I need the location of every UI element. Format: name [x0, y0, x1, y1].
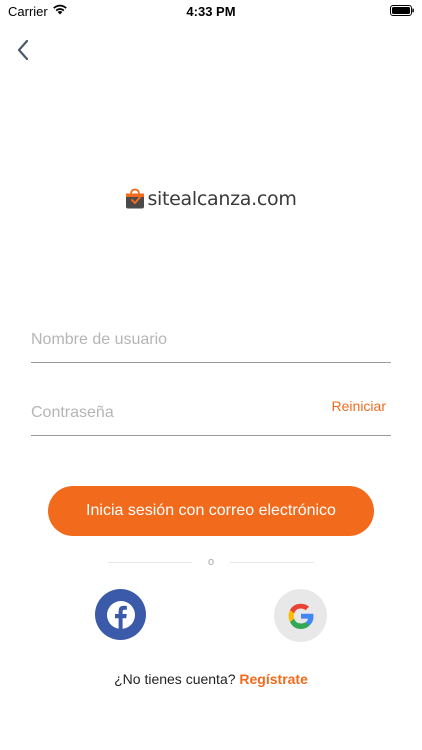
battery-icon — [390, 5, 414, 16]
status-bar: Carrier 4:33 PM — [0, 0, 422, 24]
back-button[interactable] — [10, 36, 36, 64]
facebook-login-button[interactable] — [95, 589, 146, 640]
signup-prompt: ¿No tienes cuenta? Regístrate — [0, 671, 422, 687]
divider-line — [230, 562, 314, 563]
username-input[interactable] — [31, 322, 321, 358]
brand-logo: sitealcanza.com — [0, 188, 422, 210]
shopping-bag-icon — [126, 188, 145, 209]
email-login-button[interactable]: Inicia sesión con correo electrónico — [48, 486, 374, 536]
logo-text: sitealcanza.com — [147, 188, 297, 210]
or-divider: o — [108, 556, 314, 570]
signup-link[interactable]: Regístrate — [239, 671, 307, 687]
login-screen: Carrier 4:33 PM sitealcanza.com Nombre d… — [0, 0, 422, 750]
status-time: 4:33 PM — [186, 4, 236, 19]
facebook-icon — [106, 600, 135, 629]
google-login-button[interactable] — [274, 589, 327, 642]
username-field — [31, 322, 391, 363]
chevron-left-icon — [17, 39, 29, 61]
signup-text: ¿No tienes cuenta? — [114, 671, 236, 687]
google-icon — [288, 603, 313, 629]
reset-password-link[interactable]: Reiniciar — [332, 398, 386, 414]
password-input[interactable] — [31, 395, 321, 431]
password-field: Reiniciar — [31, 395, 391, 436]
